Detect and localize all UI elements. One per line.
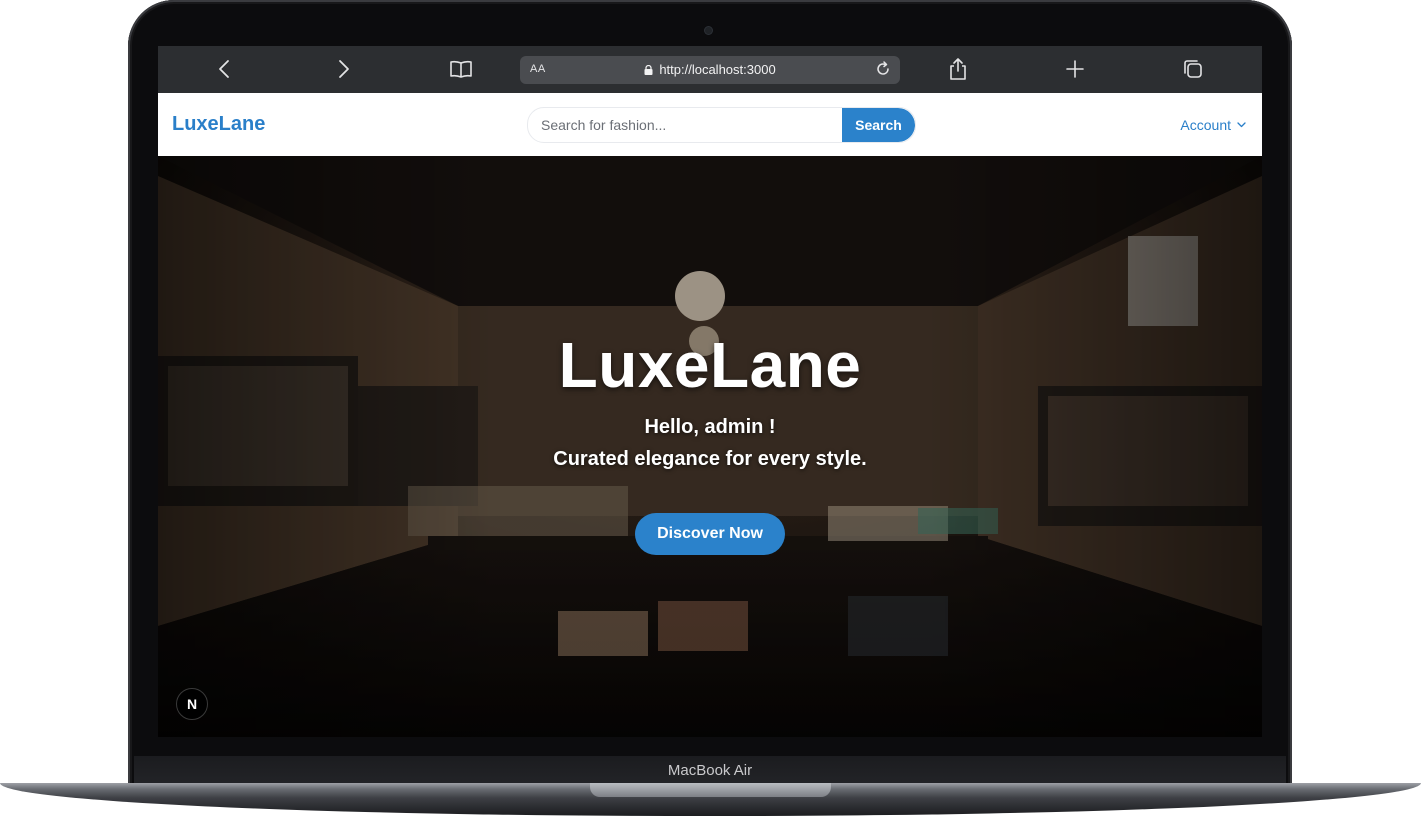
chevron-right-icon[interactable] — [330, 56, 356, 82]
book-icon[interactable] — [448, 56, 474, 82]
screen: AA http://localhost:3000 LuxeLane Search — [158, 46, 1262, 737]
brand-logo[interactable]: LuxeLane — [172, 113, 265, 136]
site-header: LuxeLane Search Account — [158, 93, 1262, 156]
address-bar[interactable]: AA http://localhost:3000 — [520, 56, 900, 84]
camera — [705, 27, 712, 34]
reload-icon[interactable] — [874, 60, 892, 78]
laptop-mockup: AA http://localhost:3000 LuxeLane Search — [0, 0, 1421, 816]
discover-now-button[interactable]: Discover Now — [635, 513, 785, 555]
search-button[interactable]: Search — [842, 108, 915, 142]
share-icon[interactable] — [945, 56, 971, 82]
hero-content: LuxeLane Hello, admin ! Curated elegance… — [158, 328, 1262, 555]
search-bar: Search — [527, 107, 916, 143]
url-text: http://localhost:3000 — [659, 62, 776, 77]
tabs-icon[interactable] — [1180, 56, 1206, 82]
chevron-left-icon[interactable] — [212, 56, 238, 82]
browser-toolbar: AA http://localhost:3000 — [158, 46, 1262, 93]
hero-section: LuxeLane Hello, admin ! Curated elegance… — [158, 156, 1262, 737]
laptop-chin: MacBook Air — [134, 756, 1286, 786]
nextjs-dev-badge[interactable]: N — [176, 688, 208, 720]
plus-icon[interactable] — [1062, 56, 1088, 82]
device-label: MacBook Air — [667, 762, 753, 779]
hero-title: LuxeLane — [558, 329, 862, 401]
chevron-down-icon — [1237, 122, 1246, 128]
account-label: Account — [1180, 117, 1231, 133]
lock-icon — [644, 65, 653, 75]
laptop-notch — [590, 783, 831, 797]
hero-greeting: Hello, admin ! — [644, 416, 776, 438]
account-menu[interactable]: Account — [1180, 117, 1246, 133]
search-input[interactable] — [528, 108, 841, 142]
hero-tagline: Curated elegance for every style. — [553, 448, 867, 470]
